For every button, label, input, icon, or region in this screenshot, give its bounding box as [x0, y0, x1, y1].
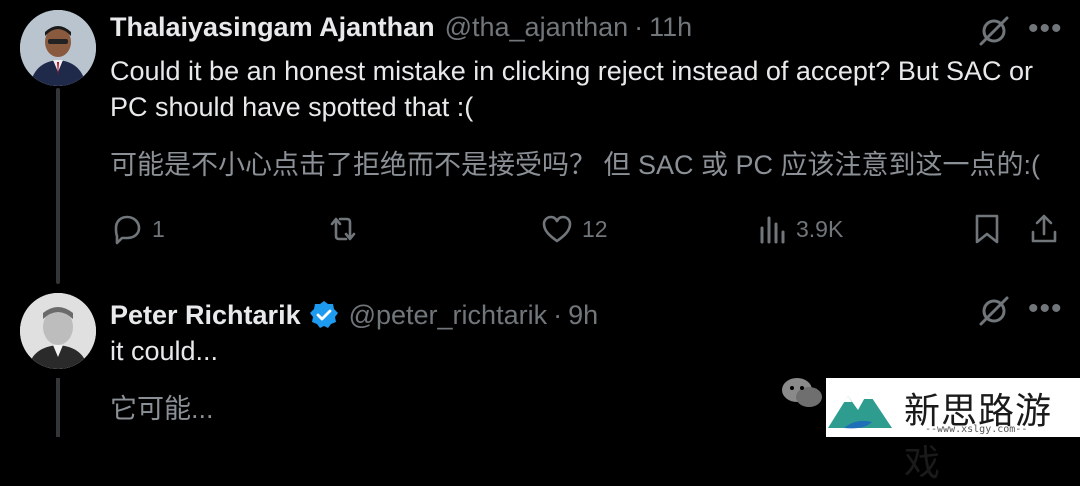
share-button[interactable] — [1028, 212, 1060, 246]
reply-button[interactable]: 1 — [110, 212, 165, 246]
grok-icon[interactable] — [977, 294, 1011, 328]
author-handle[interactable]: @tha_ajanthan — [445, 12, 629, 43]
author-name[interactable]: Thalaiyasingam Ajanthan — [110, 12, 435, 43]
thread-line — [56, 378, 60, 437]
tweet-header: Peter Richtarik @peter_richtarik · 9h — [110, 294, 598, 331]
author-name[interactable]: Peter Richtarik — [110, 300, 301, 331]
repost-icon — [330, 217, 356, 241]
bookmark-icon — [975, 214, 999, 244]
tweet-text: Could it be an honest mistake in clickin… — [110, 56, 1033, 122]
bookmark-button[interactable] — [972, 212, 1002, 246]
reply-count: 1 — [152, 215, 165, 242]
timestamp[interactable]: 9h — [568, 300, 598, 331]
like-icon — [542, 215, 572, 243]
wechat-icon — [782, 378, 822, 407]
more-icon[interactable]: ••• — [1028, 14, 1063, 44]
verified-badge-icon — [309, 301, 338, 328]
reply-icon — [114, 215, 141, 245]
more-icon[interactable]: ••• — [1028, 294, 1063, 324]
like-button[interactable]: 12 — [540, 212, 608, 246]
separator: · — [634, 12, 644, 42]
like-count: 12 — [582, 215, 608, 242]
share-icon — [1031, 214, 1057, 243]
tweet-header: Thalaiyasingam Ajanthan @tha_ajanthan · … — [110, 12, 692, 43]
avatar[interactable] — [20, 293, 96, 369]
views-button[interactable]: 3.9K — [758, 212, 843, 246]
avatar[interactable] — [20, 10, 96, 86]
author-handle[interactable]: @peter_richtarik — [349, 300, 547, 331]
thread-line — [56, 88, 60, 284]
tweet-translation: 它可能... — [110, 394, 214, 424]
separator: · — [553, 300, 563, 330]
tweet-actions: 1 12 3.9K — [0, 212, 1080, 252]
repost-button[interactable] — [326, 212, 368, 246]
tweet-translation: 可能是不小心点击了拒绝而不是接受吗？ 但 SAC 或 PC 应该注意到这一点的:… — [110, 150, 1041, 180]
watermark-url: --www.xslgy.com-- — [925, 424, 1028, 435]
views-icon — [760, 216, 785, 244]
tweet-text: it could... — [110, 336, 219, 366]
view-count: 3.9K — [796, 215, 844, 242]
grok-icon[interactable] — [977, 14, 1011, 48]
mountain-logo-icon — [828, 392, 892, 429]
timestamp[interactable]: 11h — [649, 12, 692, 43]
